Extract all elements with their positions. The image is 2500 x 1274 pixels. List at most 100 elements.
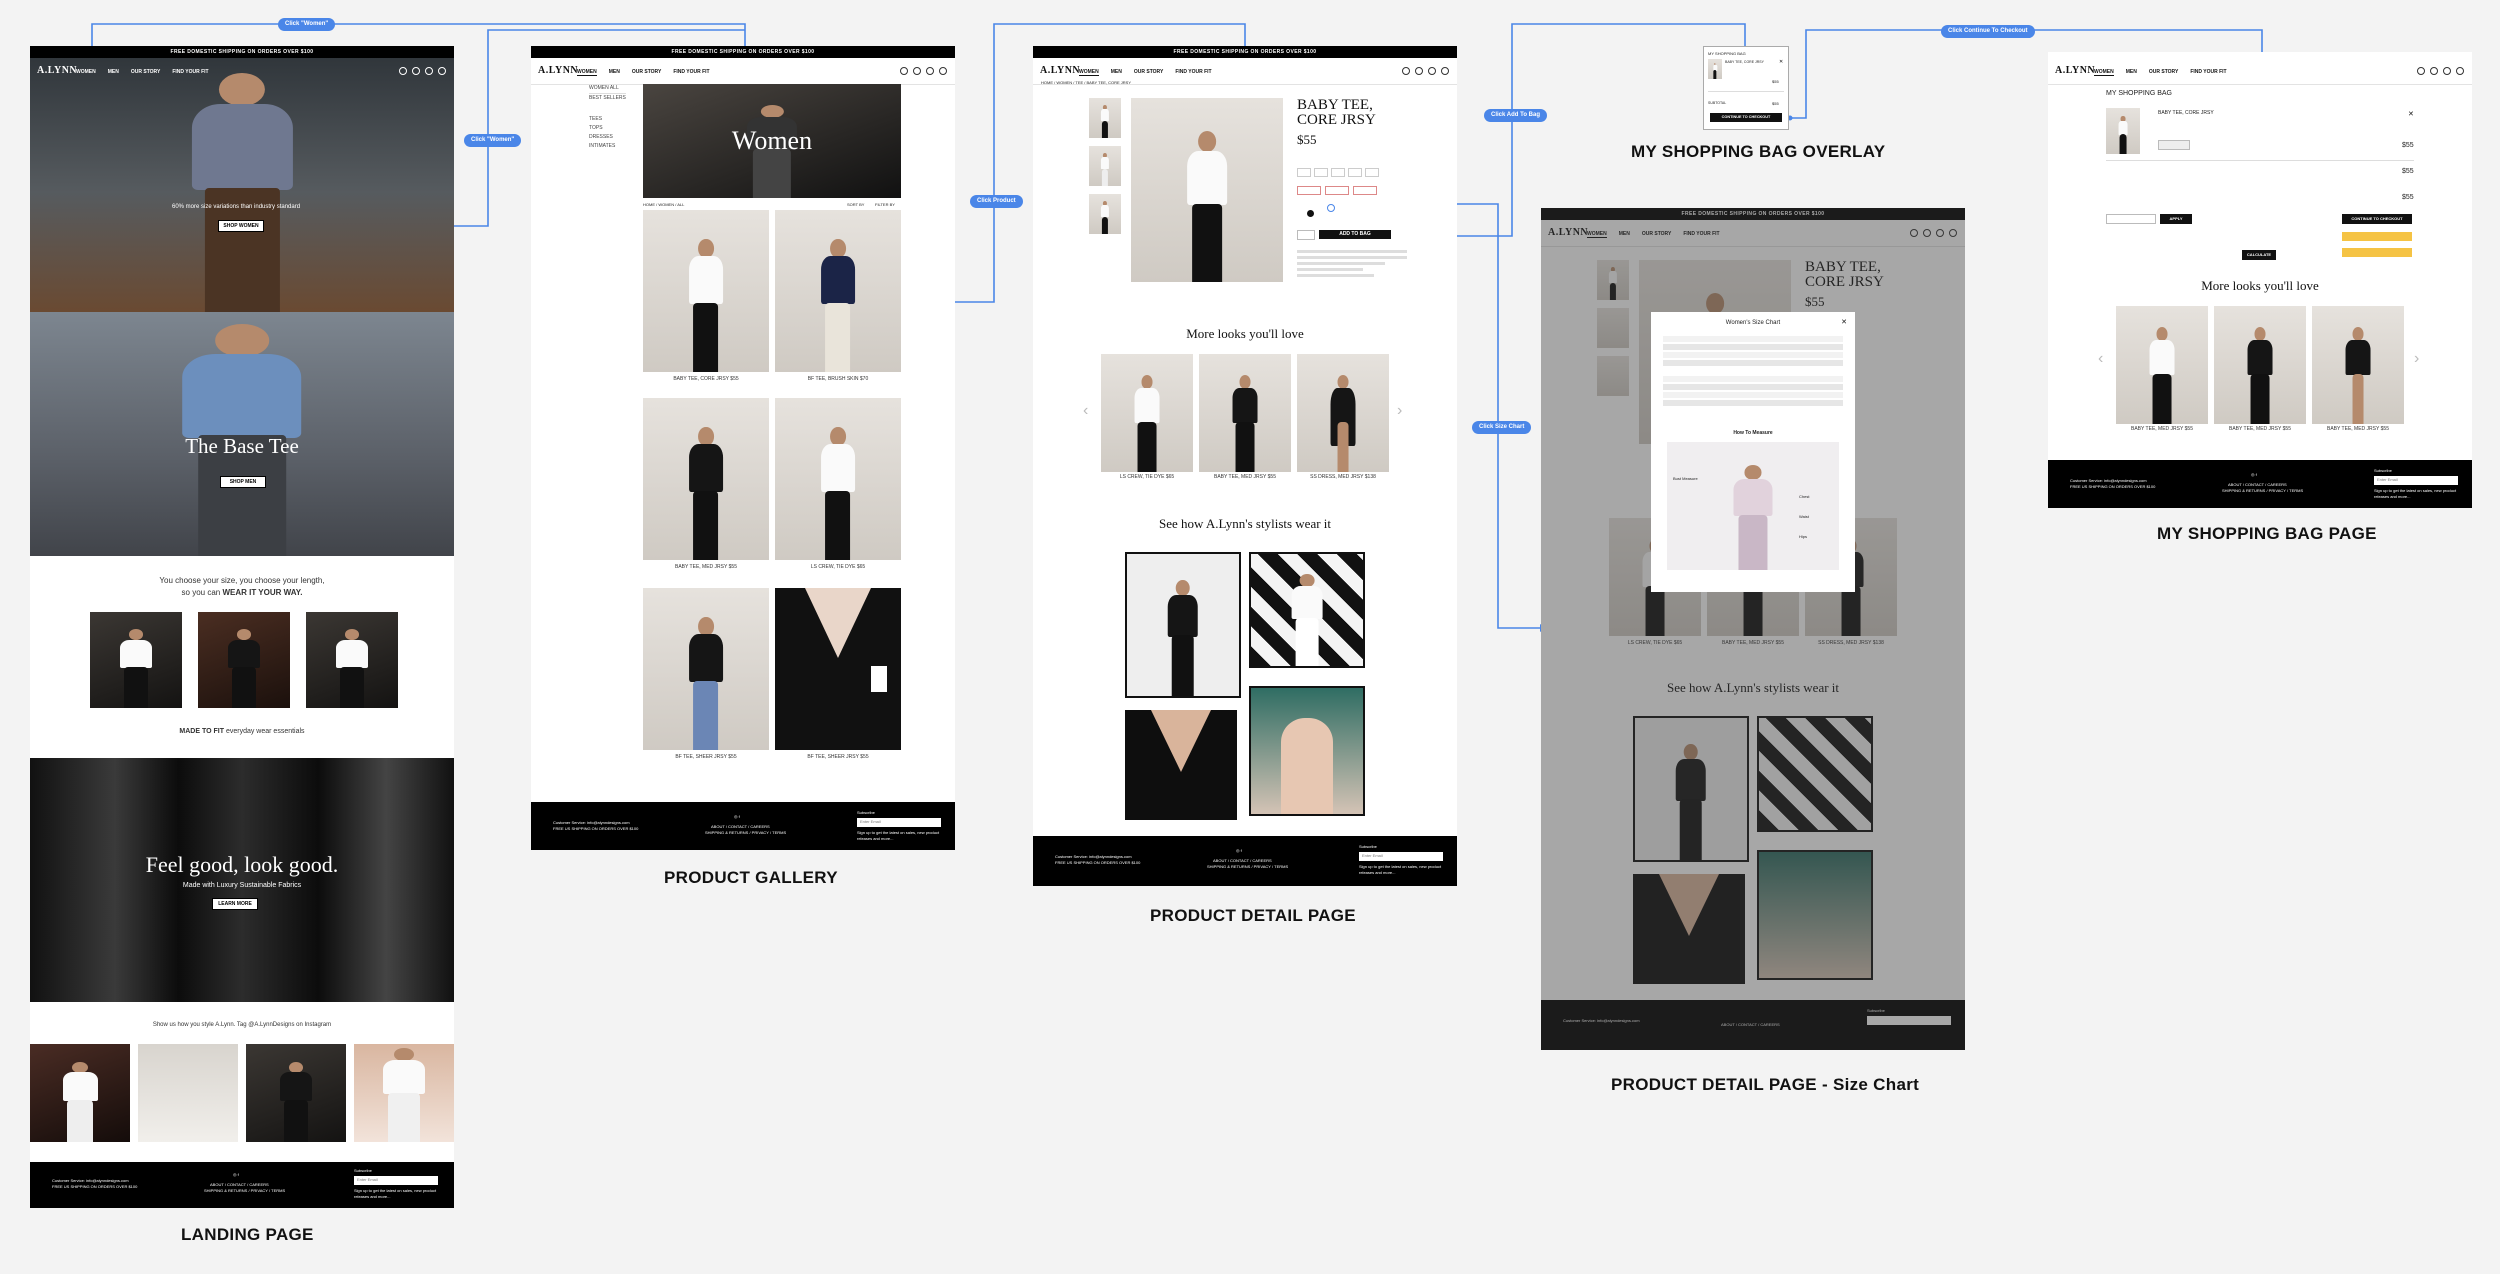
landing-page-title: LANDING PAGE — [181, 1225, 314, 1244]
account-icon[interactable] — [913, 67, 921, 75]
search-icon[interactable] — [1402, 67, 1410, 75]
rec-name[interactable]: BABY TEE, MED JRSY $55 — [1199, 474, 1291, 480]
rec-card-1[interactable] — [1101, 354, 1193, 472]
gallery-card-5[interactable] — [643, 588, 769, 750]
instagram-icon[interactable]: ◎ f — [1236, 848, 1242, 854]
search-icon[interactable] — [2417, 67, 2425, 75]
shop-women-button[interactable]: SHOP WOMEN — [218, 220, 264, 232]
carousel-next[interactable]: › — [2414, 350, 2419, 368]
bag-rec-name[interactable]: BABY TEE, MED JRSY $55 — [2116, 426, 2208, 432]
instagram-icon[interactable]: ◎ f — [2251, 472, 2257, 478]
shop-men-button[interactable]: SHOP MEN — [220, 476, 266, 488]
gallery-card-4[interactable] — [775, 398, 901, 560]
bag-qty-stepper[interactable] — [2158, 140, 2190, 150]
sort-by[interactable]: SORT BY — [847, 202, 864, 207]
nav-our-story[interactable]: OUR STORY — [131, 69, 160, 75]
site-logo[interactable]: A.LYNN — [37, 65, 77, 76]
gallery-card-3[interactable] — [643, 398, 769, 560]
gallery-sidebar: WOMEN ALL BEST SELLERS TEES TOPS DRESSES… — [589, 85, 626, 149]
gallery-breadcrumb[interactable]: HOME / WOMEN / ALL — [643, 202, 684, 207]
learn-more-button[interactable]: LEARN MORE — [212, 898, 258, 910]
detail-breadcrumb[interactable]: HOME / WOMEN / TEE / BABY TEE, CORE JRSY — [1041, 80, 1131, 85]
account-icon[interactable] — [2430, 67, 2438, 75]
close-icon[interactable]: ✕ — [2408, 110, 2414, 118]
filter-by[interactable]: FILTER BY — [875, 202, 895, 207]
bag-rec-name[interactable]: BABY TEE, MED JRSY $55 — [2312, 426, 2404, 432]
instagram-icon[interactable]: ◎ f — [233, 1172, 239, 1178]
instagram-line: Show us how you style A.Lynn. Tag @A.Lyn… — [152, 1022, 332, 1028]
thumb-3[interactable] — [1089, 194, 1121, 234]
product-name[interactable]: LS CREW, TIE DYE $65 — [775, 564, 901, 570]
product-name[interactable]: BF TEE, SHEER JRSY $55 — [643, 754, 769, 760]
paypal-button[interactable] — [2342, 232, 2412, 241]
gallery-card-1[interactable] — [643, 210, 769, 372]
heart-icon[interactable] — [926, 67, 934, 75]
how-to-measure: How To Measure — [1733, 430, 1773, 436]
heart-icon[interactable] — [2443, 67, 2451, 75]
thumb-2[interactable] — [1089, 146, 1121, 186]
rec-name[interactable]: SS DRESS, MED JRSY $138 — [1297, 474, 1389, 480]
feel-good-banner: Feel good, look good. Made with Luxury S… — [30, 758, 454, 1002]
instagram-icon[interactable]: ◎ f — [734, 814, 740, 820]
length-options — [1297, 186, 1377, 195]
gallery-card-6[interactable] — [775, 588, 901, 750]
apply-button[interactable]: APPLY — [2160, 214, 2192, 224]
product-name[interactable]: BABY TEE, MED JRSY $55 — [643, 564, 769, 570]
bag-rec-name[interactable]: BABY TEE, MED JRSY $55 — [2214, 426, 2306, 432]
account-icon[interactable] — [1415, 67, 1423, 75]
search-icon[interactable] — [900, 67, 908, 75]
bag-rec-2[interactable] — [2214, 306, 2306, 424]
search-icon[interactable] — [399, 67, 407, 75]
overlay-frame: MY SHOPPING BAG BABY TEE, CORE JRSY $55 … — [1703, 46, 1789, 130]
gallery-card-2[interactable] — [775, 210, 901, 372]
heart-icon[interactable] — [1428, 67, 1436, 75]
bag-icon[interactable] — [438, 67, 446, 75]
carousel-next[interactable]: › — [1397, 402, 1402, 420]
gallery-hero: Women — [643, 84, 901, 198]
bag-checkout-button[interactable]: CONTINUE TO CHECKOUT — [2342, 214, 2412, 224]
bag-icon[interactable] — [1441, 67, 1449, 75]
product-name[interactable]: BABY TEE, CORE JRSY $55 — [643, 376, 769, 382]
add-to-bag-button[interactable]: ADD TO BAG — [1319, 230, 1391, 239]
product-name[interactable]: BF TEE, BRUSH SKIN $70 — [775, 376, 901, 382]
overlay-title-label: MY SHOPPING BAG OVERLAY — [1631, 142, 1886, 161]
stylist-photo-4 — [1249, 686, 1365, 816]
bag-total-price: $55 — [2402, 194, 2414, 201]
promo-input[interactable] — [2106, 214, 2156, 224]
bag-icon[interactable] — [2456, 67, 2464, 75]
product-description — [1297, 250, 1407, 277]
bag-rec-3[interactable] — [2312, 306, 2404, 424]
rec-name[interactable]: LS CREW, TIE DYE $65 — [1101, 474, 1193, 480]
rec-card-2[interactable] — [1199, 354, 1291, 472]
calculate-button[interactable]: CALCULATE — [2242, 250, 2276, 260]
footer-email-input[interactable]: Enter Email — [354, 1176, 438, 1185]
bag-icon[interactable] — [939, 67, 947, 75]
size-chart-link[interactable] — [1327, 204, 1335, 212]
footer-links-2[interactable]: SHIPPING & RETURNS / PRIVACY / TERMS — [204, 1188, 285, 1194]
size-chart-title: Women's Size Chart — [1725, 320, 1781, 326]
footer-email-input[interactable]: Enter Email — [2374, 476, 2458, 485]
footer-shipping: FREE US SHIPPING ON ORDERS OVER $100 — [52, 1184, 138, 1189]
flow-label-product: Click Product — [970, 195, 1023, 208]
nav-men[interactable]: MEN — [108, 69, 119, 75]
nav-find-your-fit[interactable]: FIND YOUR FIT — [172, 69, 208, 75]
footer-email-input[interactable]: Enter Email — [1359, 852, 1443, 861]
heart-icon[interactable] — [425, 67, 433, 75]
account-icon[interactable] — [412, 67, 420, 75]
main-product-image[interactable] — [1131, 98, 1283, 282]
close-icon[interactable]: ✕ — [1779, 59, 1783, 65]
thumb-1[interactable] — [1089, 98, 1121, 138]
overlay-checkout-button[interactable]: CONTINUE TO CHECKOUT — [1710, 113, 1782, 122]
color-swatch[interactable] — [1307, 210, 1314, 217]
close-icon[interactable]: ✕ — [1841, 318, 1847, 326]
footer-email-input[interactable]: Enter Email — [857, 818, 941, 827]
qty-stepper[interactable] — [1297, 230, 1315, 240]
sizechart-title-label: PRODUCT DETAIL PAGE - Size Chart — [1611, 1075, 1920, 1094]
product-name[interactable]: BF TEE, SHEER JRSY $55 — [775, 754, 901, 760]
bag-rec-1[interactable] — [2116, 306, 2208, 424]
carousel-prev[interactable]: ‹ — [1083, 402, 1088, 420]
carousel-prev[interactable]: ‹ — [2098, 350, 2103, 368]
nav-women[interactable]: WOMEN — [76, 69, 96, 75]
rec-card-3[interactable] — [1297, 354, 1389, 472]
paypal-credit-button[interactable] — [2342, 248, 2412, 257]
